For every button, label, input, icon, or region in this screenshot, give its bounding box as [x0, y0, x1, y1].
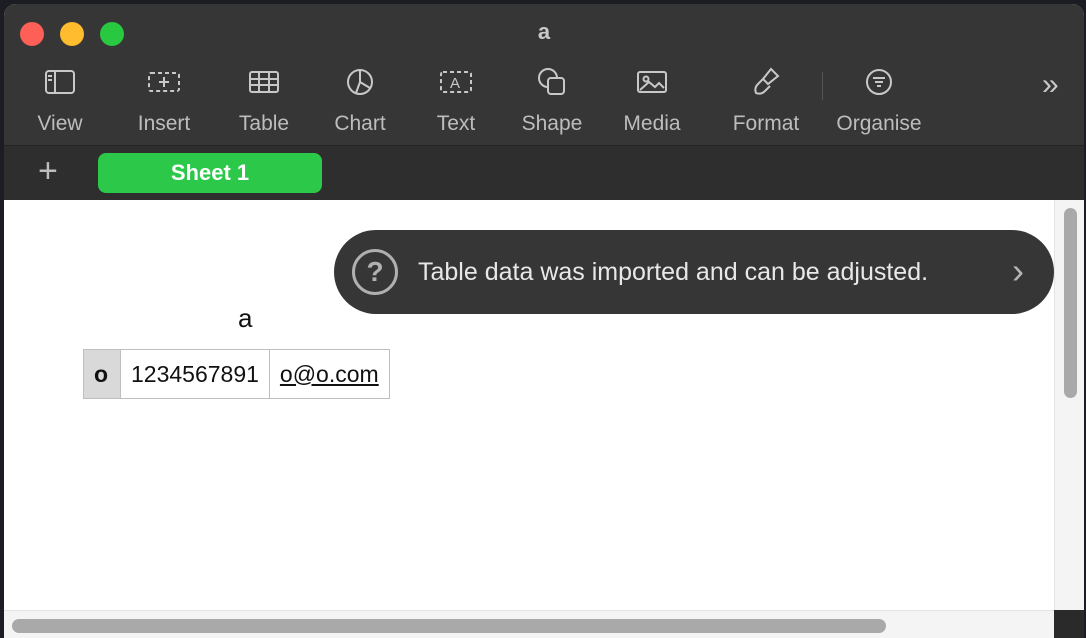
table-label: Table — [238, 112, 290, 135]
sheet-tab-bar: + Sheet 1 — [4, 145, 1084, 201]
table-button[interactable]: Table — [209, 62, 319, 136]
format-button[interactable]: Format — [711, 62, 821, 136]
organise-button[interactable]: Organise — [824, 62, 934, 136]
window-title: a — [537, 19, 551, 44]
svg-text:A: A — [450, 75, 460, 92]
vertical-scrollbar[interactable] — [1054, 200, 1084, 610]
question-icon: ? — [352, 249, 398, 295]
import-notification[interactable]: ? Table data was imported and can be adj… — [334, 230, 1054, 314]
text-icon: A — [401, 62, 511, 102]
sidebar-icon — [5, 62, 115, 102]
view-button[interactable]: View — [5, 62, 115, 136]
table-title[interactable]: a — [238, 303, 252, 334]
table-cell[interactable]: 1234567891 — [120, 349, 270, 399]
table-row[interactable]: o 1234567891 o@o.com — [83, 349, 390, 399]
insert-button[interactable]: Insert — [109, 62, 219, 136]
title-bar: a View Insert Table Chart A Text Shape M… — [4, 4, 1084, 145]
horizontal-scrollbar[interactable] — [4, 610, 1054, 638]
more-tools-icon[interactable]: » — [1042, 68, 1059, 102]
organise-label: Organise — [836, 112, 922, 135]
table-cell-email-link[interactable]: o@o.com — [268, 349, 390, 399]
media-button[interactable]: Media — [597, 62, 707, 136]
table-cell[interactable]: o — [83, 349, 121, 399]
shape-button[interactable]: Shape — [497, 62, 607, 136]
chart-label: Chart — [334, 112, 386, 135]
text-label: Text — [436, 112, 476, 135]
notification-message: Table data was imported and can be adjus… — [418, 257, 929, 286]
chart-icon — [305, 62, 415, 102]
shape-icon — [497, 62, 607, 102]
media-icon — [597, 62, 707, 102]
insert-label: Insert — [137, 112, 191, 135]
tab-sheet-1[interactable]: Sheet 1 — [98, 153, 322, 193]
app-window: a View Insert Table Chart A Text Shape M… — [4, 4, 1084, 638]
shape-label: Shape — [521, 112, 583, 135]
toolbar-separator — [822, 72, 823, 100]
chart-button[interactable]: Chart — [305, 62, 415, 136]
chevron-right-icon[interactable]: › — [1012, 250, 1024, 292]
insert-icon — [109, 62, 219, 102]
vertical-scroll-thumb[interactable] — [1064, 208, 1077, 398]
horizontal-scroll-thumb[interactable] — [12, 619, 886, 633]
view-label: View — [37, 112, 83, 135]
format-label: Format — [732, 112, 800, 135]
format-brush-icon — [711, 62, 821, 102]
organise-icon — [824, 62, 934, 102]
media-label: Media — [623, 112, 681, 135]
scrollbar-corner — [1054, 610, 1084, 638]
data-table[interactable]: o 1234567891 o@o.com — [83, 349, 390, 399]
add-sheet-button[interactable]: + — [38, 152, 58, 191]
table-icon — [209, 62, 319, 102]
text-button[interactable]: A Text — [401, 62, 511, 136]
toolbar: View Insert Table Chart A Text Shape Med… — [4, 62, 1084, 144]
